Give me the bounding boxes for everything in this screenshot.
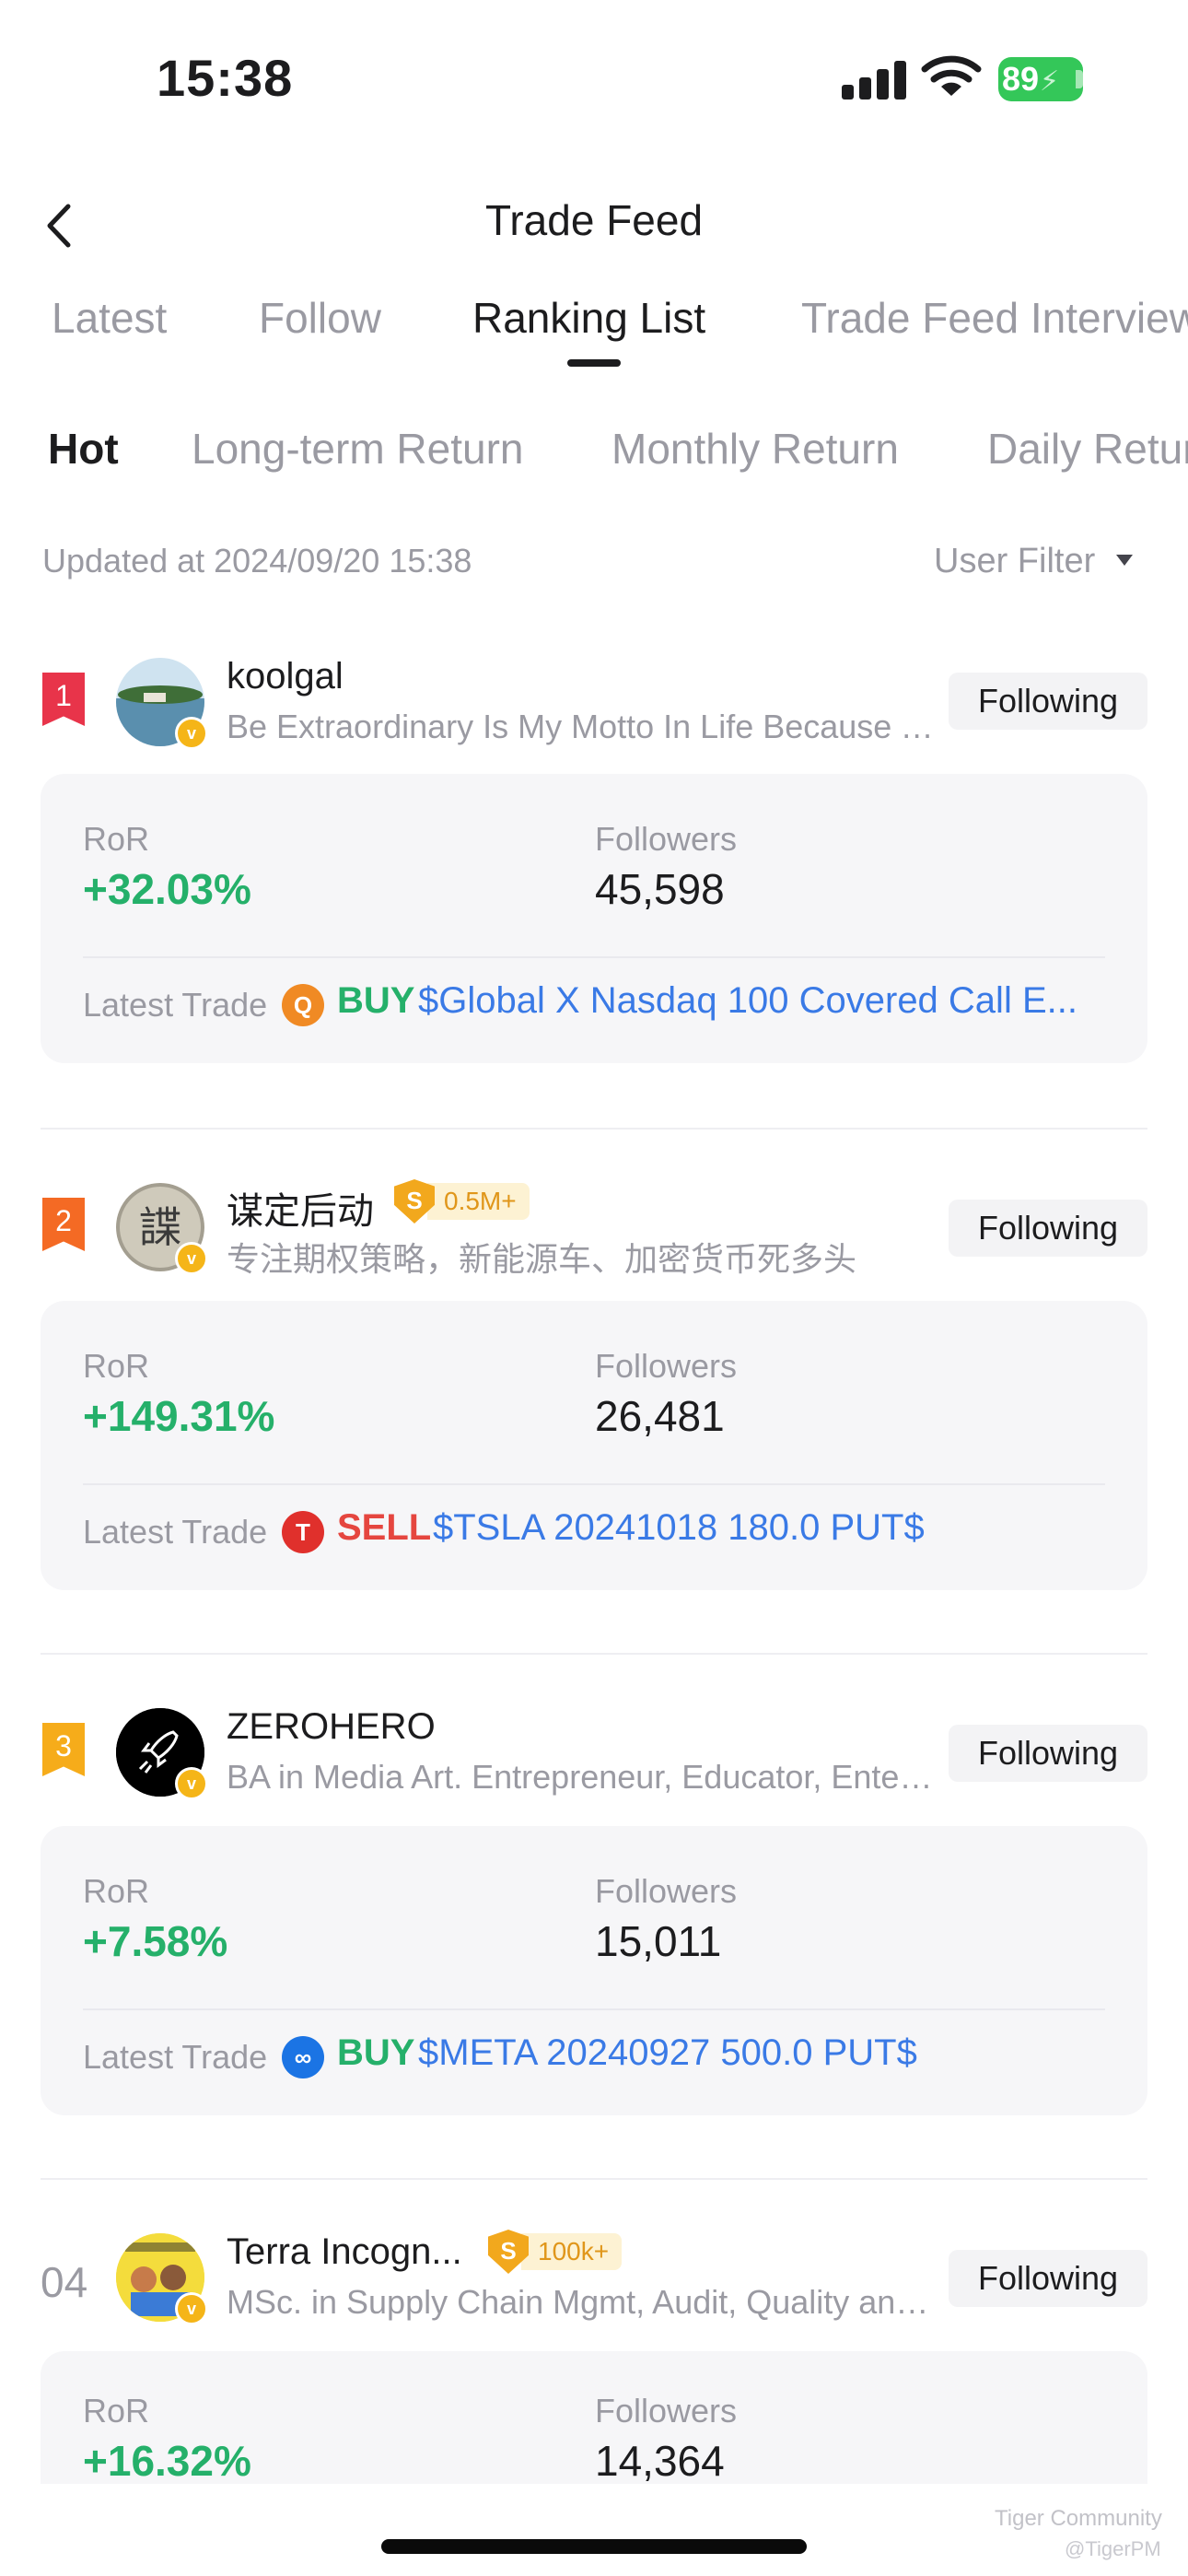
user-filter-button[interactable]: User Filter: [934, 542, 1095, 581]
subtab-monthly-return[interactable]: Monthly Return: [611, 424, 899, 474]
trader-name[interactable]: 谋定后动: [227, 1181, 374, 1235]
verified-badge-icon: v: [175, 2292, 208, 2325]
trader-bio: 专注期权策略，新能源车、加密货币死多头: [227, 1240, 857, 1278]
watermark: Tiger Community: [995, 2506, 1162, 2531]
trade-symbol-link[interactable]: $META 20240927 500.0 PUT$: [418, 2032, 1118, 2074]
level-badge-text: 0.5M+: [427, 1183, 530, 1220]
stats-panel[interactable]: RoR +7.58% Followers 15,011 Latest Trade…: [41, 1826, 1147, 2115]
sub-tab-bar: Hot Long-term Return Monthly Return Dail…: [0, 424, 1188, 488]
tab-follow[interactable]: Follow: [259, 293, 381, 343]
subtab-daily-return[interactable]: Daily Return: [987, 424, 1188, 474]
verified-badge-icon: v: [175, 1767, 208, 1800]
charging-bolt-icon: ⚡: [1040, 66, 1060, 97]
following-button[interactable]: Following: [949, 1200, 1147, 1257]
divider: [83, 1483, 1105, 1485]
ror-value: +16.32%: [83, 2437, 251, 2484]
ror-label: RoR: [83, 820, 150, 858]
subtab-hot[interactable]: Hot: [48, 424, 119, 474]
active-tab-indicator: [567, 359, 621, 367]
caret-down-icon[interactable]: [1116, 555, 1133, 566]
trader-name[interactable]: Terra Incogn...: [227, 2231, 462, 2273]
divider: [83, 2008, 1105, 2010]
ror-label: RoR: [83, 1872, 150, 1910]
tab-ranking-list[interactable]: Ranking List: [472, 293, 705, 343]
following-button[interactable]: Following: [949, 2250, 1147, 2307]
followers-label: Followers: [595, 1872, 738, 1910]
tesla-logo-icon: T: [282, 1511, 324, 1553]
stats-panel[interactable]: RoR +149.31% Followers 26,481 Latest Tra…: [41, 1301, 1147, 1590]
ror-value: +32.03%: [83, 865, 251, 913]
rank-number: 04: [41, 2258, 88, 2306]
followers-label: Followers: [595, 820, 738, 858]
trade-symbol-link[interactable]: $TSLA 20241018 180.0 PUT$: [433, 1507, 1114, 1549]
trade-action: BUY: [337, 980, 415, 1021]
followers-value: 26,481: [595, 1392, 725, 1440]
trader-bio: Be Extraordinary Is My Motto In Life Bec…: [227, 708, 936, 745]
ror-value: +149.31%: [83, 1392, 275, 1440]
trade-symbol-link[interactable]: $Global X Nasdaq 100 Covered Call E...: [418, 980, 1118, 1022]
rank-badge: 2: [42, 1198, 85, 1251]
trader-bio: MSc. in Supply Chain Mgmt, Audit, Qualit…: [227, 2283, 936, 2321]
watermark-handle: @TigerPM: [1065, 2537, 1161, 2560]
stats-panel[interactable]: RoR +32.03% Followers 45,598 Latest Trad…: [41, 774, 1147, 1063]
meta-logo-icon: ∞: [282, 2036, 324, 2078]
divider: [41, 2178, 1147, 2180]
level-badge: S 0.5M+: [394, 1179, 530, 1224]
latest-trade-label: Latest Trade: [83, 1513, 268, 1551]
fund-logo-icon: Q: [282, 984, 324, 1026]
tab-trade-feed-interview[interactable]: Trade Feed Interview: [801, 293, 1188, 343]
trader-bio: BA in Media Art. Entrepreneur, Educator,…: [227, 1758, 936, 1796]
battery-indicator: 89⚡: [998, 57, 1083, 101]
divider: [41, 1653, 1147, 1655]
home-indicator[interactable]: [381, 2539, 807, 2554]
ror-value: +7.58%: [83, 1917, 228, 1965]
page-title: Trade Feed: [484, 196, 704, 244]
level-badge: S 100k+: [488, 2230, 623, 2274]
wifi-icon: [921, 55, 982, 96]
followers-value: 15,011: [595, 1917, 722, 1965]
updated-timestamp: Updated at 2024/09/20 15:38: [42, 542, 472, 580]
rank-badge: 3: [42, 1723, 85, 1776]
following-button[interactable]: Following: [949, 1725, 1147, 1782]
divider: [41, 1128, 1147, 1130]
ror-label: RoR: [83, 2392, 150, 2430]
followers-label: Followers: [595, 1347, 738, 1385]
trader-name[interactable]: koolgal: [227, 656, 344, 697]
ror-label: RoR: [83, 1347, 150, 1385]
followers-value: 14,364: [595, 2437, 725, 2484]
top-tab-bar: Latest Follow Ranking List Trade Feed In…: [0, 293, 1188, 367]
stats-panel[interactable]: RoR +16.32% Followers 14,364: [41, 2351, 1147, 2484]
level-badge-text: 100k+: [521, 2233, 623, 2270]
rank-badge: 1: [42, 673, 85, 726]
battery-tip: [1076, 70, 1083, 88]
verified-badge-icon: v: [175, 717, 208, 750]
trade-action: SELL: [337, 1507, 432, 1548]
subtab-long-term-return[interactable]: Long-term Return: [192, 424, 524, 474]
followers-label: Followers: [595, 2392, 738, 2430]
latest-trade-label: Latest Trade: [83, 986, 268, 1024]
followers-value: 45,598: [595, 865, 725, 913]
divider: [83, 956, 1105, 958]
latest-trade-label: Latest Trade: [83, 2038, 268, 2076]
status-time: 15:38: [157, 49, 294, 107]
trader-name[interactable]: ZEROHERO: [227, 1706, 436, 1748]
tab-latest[interactable]: Latest: [52, 293, 167, 343]
svg-text:諜: 諜: [139, 1202, 181, 1252]
following-button[interactable]: Following: [949, 673, 1147, 730]
trade-action: BUY: [337, 2032, 415, 2073]
verified-badge-icon: v: [175, 1242, 208, 1275]
battery-level: 89: [1002, 60, 1040, 98]
cellular-signal-icon: [842, 59, 906, 100]
